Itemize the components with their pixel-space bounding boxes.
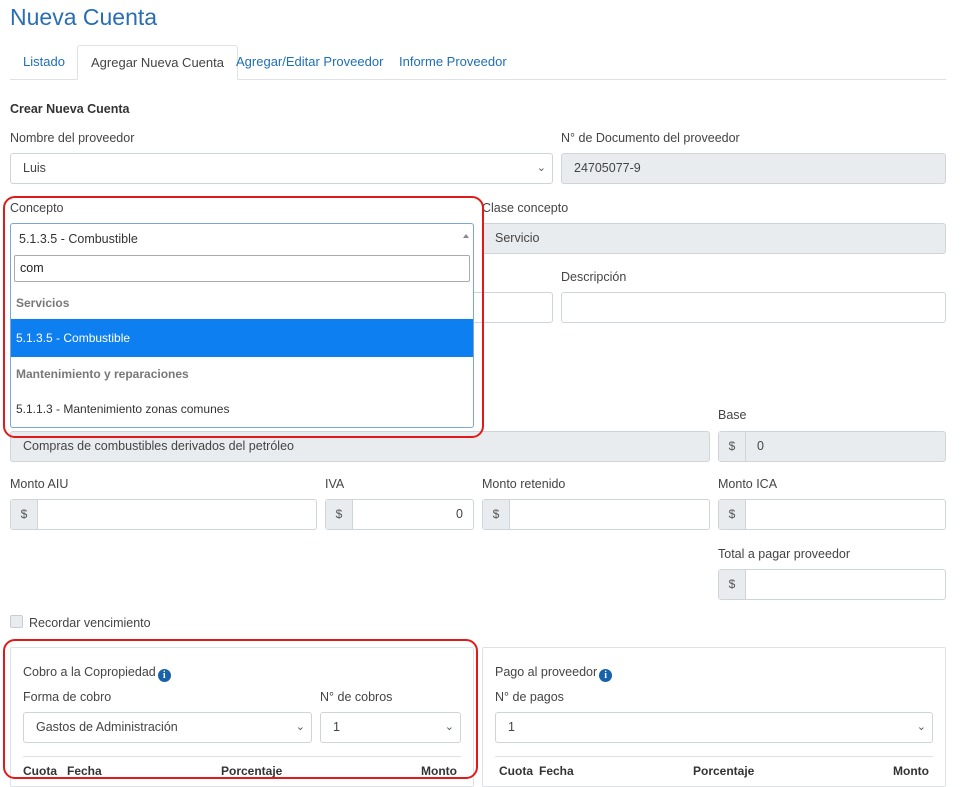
total-input[interactable]: $: [718, 569, 946, 600]
chevron-down-icon: ⌄: [536, 162, 546, 174]
tab-agregar-editar-proveedor[interactable]: Agregar/Editar Proveedor: [223, 45, 396, 79]
proveedor-value: Luis: [23, 161, 46, 175]
iva-label: IVA: [325, 477, 345, 491]
documento-value: 24705077-9: [574, 161, 641, 175]
currency-addon: $: [326, 500, 353, 529]
clase-concepto-value: Servicio: [495, 231, 540, 245]
monto-ica-label: Monto ICA: [718, 477, 778, 491]
tab-informe-proveedor[interactable]: Informe Proveedor: [386, 45, 520, 79]
iva-value: 0: [456, 507, 463, 521]
currency-addon: $: [483, 500, 510, 529]
info-icon[interactable]: i: [599, 669, 613, 682]
tab-bar: Listado Agregar Nueva Cuenta Agregar/Edi…: [10, 45, 946, 80]
currency-addon: $: [719, 500, 746, 529]
page-title: Nueva Cuenta: [10, 4, 158, 30]
n-pagos-label: N° de pagos: [495, 690, 564, 704]
pago-title: Pago al proveedor i: [495, 665, 613, 682]
chevron-down-icon: ⌄: [916, 721, 926, 733]
documento-label: N° de Documento del proveedor: [561, 131, 740, 145]
base-field: $ 0: [718, 431, 946, 462]
tab-agregar-nueva-cuenta[interactable]: Agregar Nueva Cuenta: [77, 45, 238, 80]
col-cuota: Cuota: [499, 764, 533, 778]
col-monto: Monto: [893, 764, 929, 778]
monto-aiu-input[interactable]: $: [10, 499, 317, 530]
proveedor-label: Nombre del proveedor: [10, 131, 135, 145]
pago-table-divider: [495, 756, 933, 757]
recordar-checkbox[interactable]: [10, 615, 23, 628]
monto-ica-input[interactable]: $: [718, 499, 946, 530]
currency-addon: $: [719, 432, 746, 461]
proveedor-select[interactable]: Luis ⌄: [10, 153, 553, 184]
col-porcentaje: Porcentaje: [693, 764, 755, 778]
descripcion-label: Descripción: [561, 270, 627, 284]
section-title: Crear Nueva Cuenta: [10, 102, 130, 116]
highlight-box-concepto: [3, 196, 484, 438]
total-label: Total a pagar proveedor: [718, 547, 851, 561]
documento-field: 24705077-9: [561, 153, 946, 184]
base-value: 0: [757, 439, 764, 453]
recordar-label: Recordar vencimiento: [29, 616, 151, 630]
monto-retenido-input[interactable]: $: [482, 499, 710, 530]
col-fecha: Fecha: [539, 764, 574, 778]
iva-input[interactable]: $ 0: [325, 499, 474, 530]
tab-listado[interactable]: Listado: [10, 45, 78, 79]
clase-concepto-field: Servicio: [482, 223, 946, 254]
descripcion-input[interactable]: [561, 292, 946, 323]
clase-concepto-label: Clase concepto: [482, 201, 569, 215]
currency-addon: $: [11, 500, 38, 529]
monto-aiu-label: Monto AIU: [10, 477, 69, 491]
monto-retenido-label: Monto retenido: [482, 477, 566, 491]
base-label: Base: [718, 408, 747, 422]
pago-card: Pago al proveedor i N° de pagos 1 ⌄ Cuota…: [482, 647, 946, 787]
currency-addon: $: [719, 570, 746, 599]
n-pagos-select[interactable]: 1 ⌄: [495, 712, 933, 743]
concepto-descripcion-value: Compras de combustibles derivados del pe…: [23, 439, 294, 453]
highlight-box-cobro: [3, 639, 478, 779]
